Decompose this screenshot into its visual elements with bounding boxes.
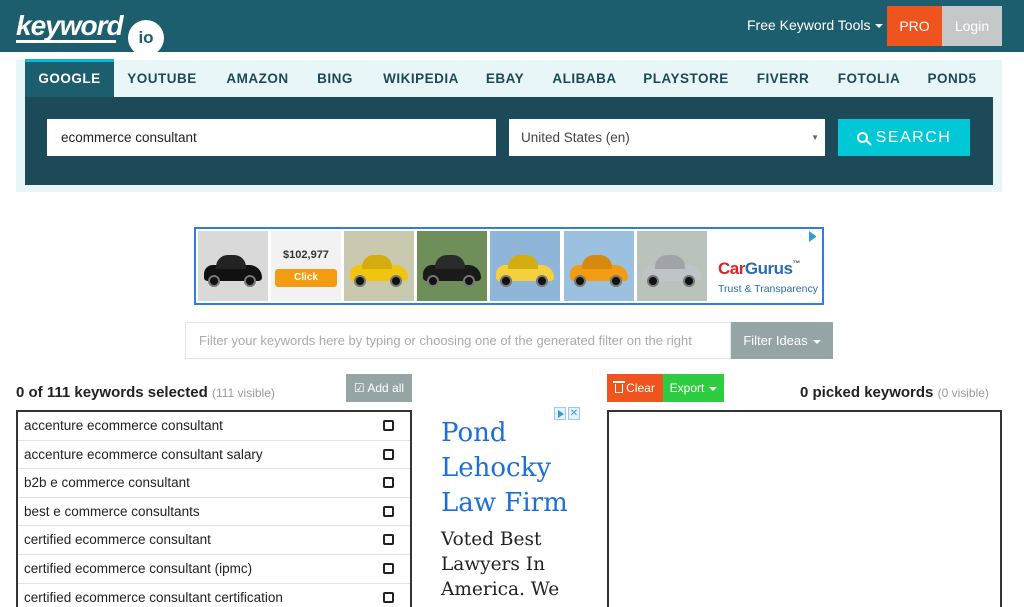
free-keyword-tools-menu[interactable]: Free Keyword Tools <box>747 17 884 33</box>
side-ad-headline[interactable]: Pond Lehocky Law Firm <box>441 416 591 521</box>
tab-alibaba[interactable]: ALIBABA <box>546 61 623 97</box>
tab-pond5[interactable]: POND5 <box>921 61 983 97</box>
keyword-text: certified ecommerce consultant certifica… <box>24 589 283 605</box>
ad-car-image-orange[interactable] <box>564 231 634 301</box>
ad-car-image-black-2[interactable] <box>417 231 487 301</box>
ad-price: $102,977 <box>283 249 329 261</box>
clear-button[interactable]: Clear <box>607 374 663 402</box>
keyword-text: certified ecommerce consultant (ipmc) <box>24 560 253 576</box>
keywords-selected-count: 0 of 111 keywords selected <box>16 384 208 401</box>
top-navbar: keyword io Free Keyword Tools PRO Login <box>0 0 1024 56</box>
keywords-selected-heading: 0 of 111 keywords selected (111 visible) <box>16 384 275 401</box>
keyword-checkbox[interactable] <box>383 534 394 546</box>
keyword-row[interactable]: b2b e commerce consultant <box>18 469 410 498</box>
checkbox-checked-icon: ☑ <box>353 381 365 395</box>
cargurus-brand-car: Car <box>718 259 745 278</box>
keyword-results-list[interactable]: accenture ecommerce consultant accenture… <box>16 410 412 607</box>
export-label: Export <box>669 381 705 395</box>
picked-keywords-list[interactable] <box>607 410 1002 607</box>
keyword-text: accenture ecommerce consultant salary <box>24 446 263 462</box>
chevron-down-icon <box>875 24 884 29</box>
ad-price-tile[interactable]: $102,977 Click <box>271 231 341 301</box>
keywords-visible-count: (111 visible) <box>211 386 275 400</box>
ad-car-image-yellow-2[interactable] <box>490 231 560 301</box>
pro-button[interactable]: PRO <box>887 6 942 46</box>
keyword-row[interactable]: accenture ecommerce consultant salary <box>18 441 410 470</box>
tab-ebay[interactable]: EBAY <box>480 61 530 97</box>
filter-ideas-button[interactable]: Filter Ideas <box>731 322 833 359</box>
logo-underline <box>16 40 116 43</box>
select-arrow-icon: ▼ <box>811 133 819 142</box>
side-ad-body[interactable]: Voted Best Lawyers In America. We <box>441 527 591 602</box>
keyword-search-input[interactable]: ecommerce consultant <box>47 119 496 156</box>
keyword-filter-input[interactable]: Filter your keywords here by typing or c… <box>185 322 731 359</box>
adchoices-icon[interactable] <box>809 231 820 242</box>
keyword-checkbox[interactable] <box>383 591 394 603</box>
keyword-row[interactable]: certified ecommerce consultant (ipmc) <box>18 555 410 584</box>
tab-youtube[interactable]: YOUTUBE <box>120 61 204 97</box>
ad-click-button[interactable]: Click <box>275 269 337 287</box>
chevron-down-icon <box>709 386 718 391</box>
cargurus-tagline: Trust & Transparency <box>718 283 818 295</box>
keyword-checkbox[interactable] <box>383 448 394 460</box>
cargurus-brand-tm: ™ <box>792 259 800 268</box>
tab-google[interactable]: GOOGLE <box>25 59 114 97</box>
ad-car-image-silver[interactable] <box>637 231 707 301</box>
tab-fiverr[interactable]: FIVERR <box>750 61 816 97</box>
keyword-text: certified ecommerce consultant <box>24 532 211 548</box>
trash-icon <box>613 381 626 393</box>
cargurus-logo[interactable]: CarGurus™ Trust & Transparency <box>714 231 820 301</box>
keyword-checkbox[interactable] <box>383 562 394 574</box>
search-button[interactable]: SEARCH <box>838 119 970 156</box>
keyword-row[interactable]: certified ecommerce consultant <box>18 526 410 555</box>
country-language-select[interactable]: United States (en) ▼ <box>509 119 825 156</box>
chevron-down-icon <box>812 339 821 344</box>
picked-keywords-count: 0 picked keywords <box>800 384 934 401</box>
keyword-checkbox[interactable] <box>383 420 394 431</box>
search-icon <box>856 132 868 143</box>
tab-fotolia[interactable]: FOTOLIA <box>831 61 907 97</box>
keyword-checkbox[interactable] <box>383 477 394 489</box>
logo-word: keyword <box>16 10 124 41</box>
keyword-checkbox[interactable] <box>383 505 394 517</box>
tab-playstore[interactable]: PLAYSTORE <box>638 61 734 97</box>
picked-keywords-heading: 0 picked keywords (0 visible) <box>800 384 989 401</box>
picked-visible-count: (0 visible) <box>937 386 989 400</box>
filter-ideas-label: Filter Ideas <box>743 333 808 348</box>
cargurus-brand-gurus: Gurus <box>744 259 793 278</box>
add-all-label: Add all <box>367 381 405 395</box>
ad-car-image-yellow[interactable] <box>344 231 414 301</box>
keyword-text: accenture ecommerce consultant <box>24 418 223 433</box>
tab-amazon[interactable]: AMAZON <box>219 61 296 97</box>
tab-bing[interactable]: BING <box>311 61 359 97</box>
keyword-row[interactable]: best e commerce consultants <box>18 498 410 527</box>
keyword-row[interactable]: accenture ecommerce consultant <box>18 412 410 441</box>
keyword-text: b2b e commerce consultant <box>24 475 190 491</box>
keyword-text: best e commerce consultants <box>24 503 200 519</box>
add-all-button[interactable]: ☑ Add all <box>346 374 412 402</box>
export-button[interactable]: Export <box>663 374 724 402</box>
login-button[interactable]: Login <box>942 6 1002 46</box>
car-banner-ad[interactable]: $102,977 Click CarGurus™ Trust & Transpa… <box>194 227 824 305</box>
tab-wikipedia[interactable]: WIKIPEDIA <box>375 61 467 97</box>
ad-car-image-black[interactable] <box>198 231 268 301</box>
keyword-row[interactable]: certified ecommerce consultant certifica… <box>18 584 410 607</box>
free-keyword-tools-label: Free Keyword Tools <box>747 17 871 33</box>
cargurus-wordmark: CarGurus™ <box>718 259 800 279</box>
clear-label: Clear <box>626 381 655 395</box>
search-button-label: SEARCH <box>875 129 952 146</box>
logo-io-badge: io <box>128 20 164 56</box>
country-select-value: United States (en) <box>521 130 630 145</box>
